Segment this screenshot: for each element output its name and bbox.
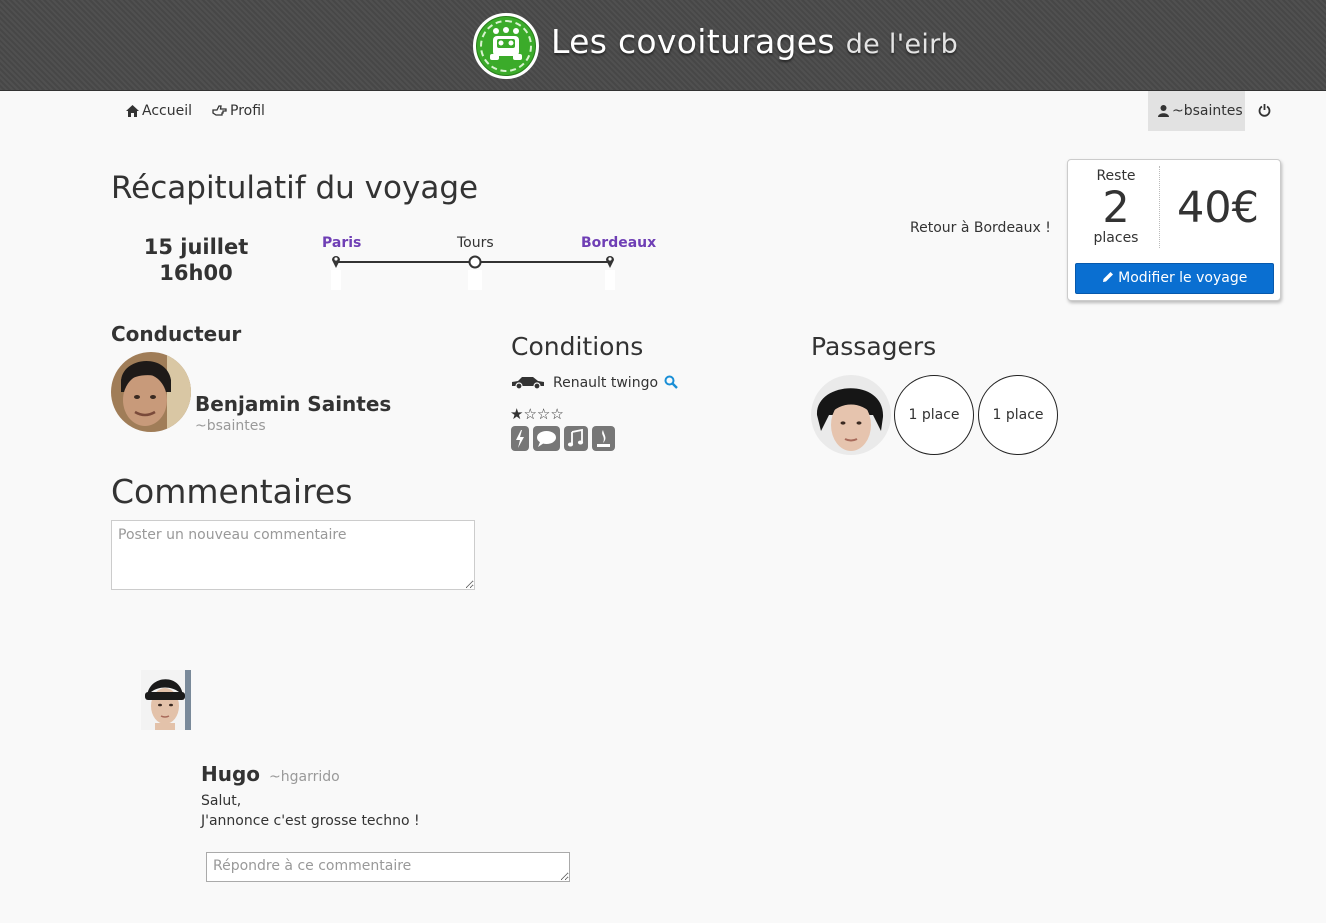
nav-home-label: Accueil xyxy=(142,103,192,119)
nav-user-label: ~bsaintes xyxy=(1172,103,1243,119)
stop-step[interactable]: Tours xyxy=(457,235,494,251)
logout-button[interactable] xyxy=(1258,91,1274,131)
home-icon xyxy=(126,105,139,117)
bolt-icon xyxy=(511,426,529,451)
free-seat[interactable]: 1 place xyxy=(978,375,1058,455)
stop-stub xyxy=(605,270,615,290)
conditions-heading: Conditions xyxy=(511,332,644,361)
nav-user[interactable]: ~bsaintes xyxy=(1148,91,1245,131)
site-header: Les covoiturages de l'eirb xyxy=(0,0,1326,91)
comment-author-photo xyxy=(141,670,191,730)
site-title-main: Les covoiturages xyxy=(551,22,835,61)
comment-author-name[interactable]: Hugo xyxy=(201,762,260,786)
trip-note: Retour à Bordeaux ! xyxy=(910,220,1051,236)
comments-heading: Commentaires xyxy=(111,472,353,511)
summary-divider xyxy=(1159,166,1160,248)
site-title-sub: de l'eirb xyxy=(845,29,959,60)
reply-input[interactable] xyxy=(206,852,570,882)
search-icon[interactable] xyxy=(664,375,679,389)
page-title: Récapitulatif du voyage xyxy=(111,170,479,206)
comment-author: Hugo ~hgarrido xyxy=(201,762,340,786)
driver-photo xyxy=(111,352,191,432)
comment-text-line: Salut, xyxy=(201,793,242,809)
passenger-avatar[interactable] xyxy=(811,375,891,455)
passenger-photo xyxy=(811,375,891,455)
trip-price: 40€ xyxy=(1176,183,1260,233)
music-icon xyxy=(564,426,588,451)
trip-datetime: 15 juillet 16h00 xyxy=(125,234,267,286)
site-title: Les covoiturages de l'eirb xyxy=(551,22,958,61)
site-logo[interactable] xyxy=(473,13,539,79)
step-circle-icon xyxy=(468,255,482,269)
car-logo-icon xyxy=(490,27,522,60)
nav-home[interactable]: Accueil xyxy=(126,91,192,131)
modify-trip-label: Modifier le voyage xyxy=(1118,270,1248,286)
driver-rating: ★☆☆☆ xyxy=(510,405,564,423)
driver-heading: Conducteur xyxy=(111,322,242,346)
destination-pin-icon xyxy=(606,256,614,268)
pencil-icon xyxy=(1102,272,1113,282)
hand-point-icon xyxy=(212,105,227,116)
origin-pin-icon xyxy=(332,256,340,268)
remaining-count: 2 xyxy=(1102,183,1130,233)
remaining-label: Reste xyxy=(1096,168,1136,184)
trip-time: 16h00 xyxy=(159,261,233,285)
modify-trip-button[interactable]: Modifier le voyage xyxy=(1075,263,1274,294)
car-model: Renault twingo xyxy=(553,375,659,391)
car-icon xyxy=(512,377,544,390)
stop-origin[interactable]: Paris xyxy=(322,235,361,251)
remaining-unit: places xyxy=(1093,230,1139,246)
driver-name[interactable]: Benjamin Saintes xyxy=(195,392,391,416)
user-icon xyxy=(1158,105,1169,117)
free-seat[interactable]: 1 place xyxy=(894,375,974,455)
trip-date: 15 juillet xyxy=(143,235,249,259)
comment-author-avatar[interactable] xyxy=(141,670,191,730)
no-smoking-icon xyxy=(592,426,615,451)
driver-username: ~bsaintes xyxy=(195,418,266,434)
nav-profile[interactable]: Profil xyxy=(212,91,265,131)
stop-stub xyxy=(331,270,341,290)
comment-text-line: J'annonce c'est grosse techno ! xyxy=(201,813,420,829)
summary-box: Reste 2 places 40€ Modifier le voyage xyxy=(1067,159,1281,301)
nav-profile-label: Profil xyxy=(230,103,265,119)
main-nav: Accueil Profil ~bsaintes xyxy=(0,91,1326,131)
new-comment-input[interactable] xyxy=(111,520,475,590)
car-row: Renault twingo xyxy=(511,375,679,391)
stop-destination[interactable]: Bordeaux xyxy=(581,235,656,251)
comment-author-username: ~hgarrido xyxy=(269,769,340,785)
stop-stub xyxy=(468,270,482,290)
speech-bubble-icon xyxy=(533,426,560,451)
passengers-heading: Passagers xyxy=(811,332,937,361)
power-icon xyxy=(1258,104,1271,117)
driver-avatar[interactable] xyxy=(111,352,191,432)
